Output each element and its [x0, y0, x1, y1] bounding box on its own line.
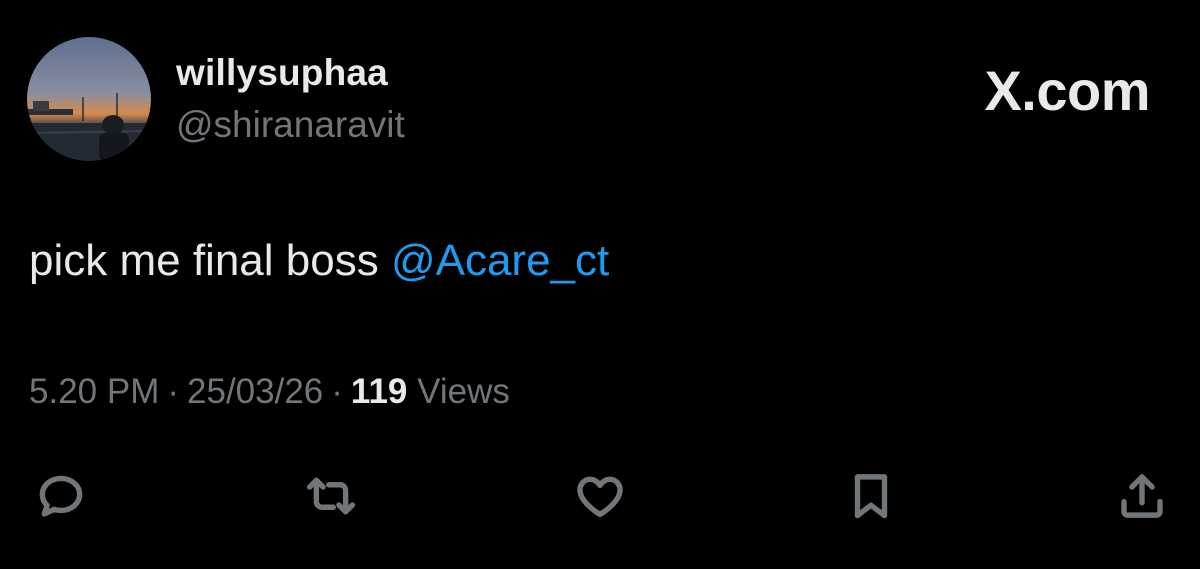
avatar[interactable]	[27, 37, 151, 161]
bookmark-button[interactable]	[841, 466, 901, 526]
display-name[interactable]: willysuphaa	[176, 52, 388, 94]
like-button[interactable]	[570, 466, 630, 526]
user-handle[interactable]: @shiranaravit	[176, 104, 405, 146]
reply-icon	[39, 475, 83, 517]
share-icon	[1121, 474, 1163, 518]
tweet-card: willysuphaa @shiranaravit X.com pick me …	[0, 0, 1200, 569]
separator-dot: ·	[167, 372, 180, 411]
separator-dot: ·	[331, 372, 343, 411]
mention-link[interactable]: @Acare_ct	[391, 236, 609, 285]
views-label: Views	[417, 372, 510, 411]
retweet-button[interactable]	[301, 466, 361, 526]
avatar-photo	[27, 37, 151, 161]
tweet-time[interactable]: 5.20 PM	[29, 372, 159, 411]
x-logo: X.com	[984, 59, 1150, 122]
tweet-text: pick me final boss @Acare_ct	[29, 236, 609, 286]
heart-icon	[577, 476, 623, 518]
views-count: 119	[350, 372, 408, 411]
tweet-date[interactable]: 25/03/26	[187, 372, 323, 411]
tweet-meta: 5.20 PM · 25/03/26 · 119 Views	[29, 372, 510, 412]
share-button[interactable]	[1112, 466, 1172, 526]
action-bar	[0, 466, 1200, 526]
tweet-text-body: pick me final boss	[29, 236, 391, 285]
reply-button[interactable]	[31, 466, 91, 526]
bookmark-icon	[854, 474, 888, 519]
retweet-icon	[306, 477, 356, 515]
